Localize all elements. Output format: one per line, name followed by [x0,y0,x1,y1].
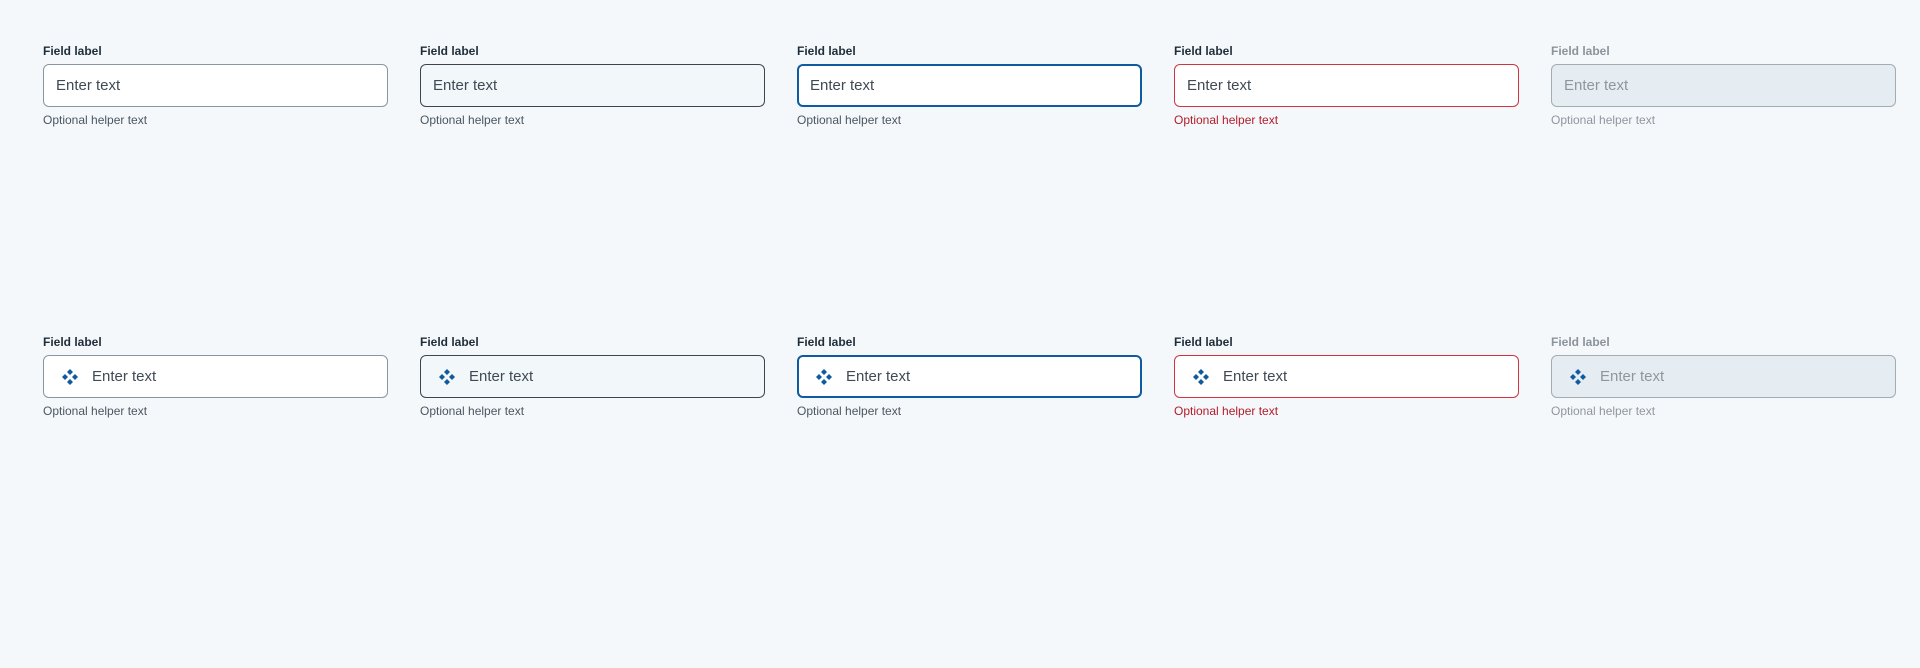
helper-text: Optional helper text [797,404,902,418]
text-field-disabled: Field label Enter text Optional helper t… [1551,44,1896,128]
input-placeholder: Enter text [433,77,498,94]
text-field-icon-focus: Field label Enter text Optional helper t… [797,335,1142,419]
input-placeholder: Enter text [1564,77,1629,94]
text-field-error: Field label Enter text Optional helper t… [1174,44,1519,128]
input-placeholder: Enter text [1187,77,1252,94]
input-placeholder: Enter text [92,368,157,385]
helper-text: Optional helper text [797,113,902,127]
text-input-disabled: Enter text [1551,355,1896,398]
input-placeholder: Enter text [810,77,875,94]
text-field-icon-default: Field label Enter text Optional helper t… [43,335,388,419]
text-field-hover: Field label Enter text Optional helper t… [420,44,765,128]
text-field-states-canvas: Field label Enter text Optional helper t… [0,0,1920,668]
field-label: Field label [1551,44,1610,58]
diamond-cluster-icon [1192,368,1210,386]
error-helper-text: Optional helper text [1174,113,1279,127]
diamond-cluster-icon [1569,368,1587,386]
text-field-focus: Field label Enter text Optional helper t… [797,44,1142,128]
text-input[interactable]: Enter text [797,64,1142,107]
helper-text: Optional helper text [1551,113,1656,127]
field-label: Field label [420,44,479,58]
diamond-cluster-icon [815,368,833,386]
text-input-disabled: Enter text [1551,64,1896,107]
text-field-row-with-icon: Field label Enter text Optional helper t… [43,335,1896,419]
diamond-cluster-icon [61,368,79,386]
field-label: Field label [797,335,856,349]
text-input[interactable]: Enter text [43,64,388,107]
field-label: Field label [420,335,479,349]
field-label: Field label [43,44,102,58]
helper-text: Optional helper text [420,113,525,127]
text-input[interactable]: Enter text [1174,64,1519,107]
helper-text: Optional helper text [43,113,148,127]
input-placeholder: Enter text [846,368,911,385]
text-input[interactable]: Enter text [1174,355,1519,398]
error-helper-text: Optional helper text [1174,404,1279,418]
field-label: Field label [43,335,102,349]
text-field-default: Field label Enter text Optional helper t… [43,44,388,128]
field-label: Field label [1174,44,1233,58]
input-placeholder: Enter text [56,77,121,94]
text-field-icon-hover: Field label Enter text Optional helper t… [420,335,765,419]
text-input[interactable]: Enter text [43,355,388,398]
text-input[interactable]: Enter text [420,355,765,398]
text-field-icon-disabled: Field label Enter text Optional helper t… [1551,335,1896,419]
helper-text: Optional helper text [1551,404,1656,418]
input-placeholder: Enter text [1223,368,1288,385]
field-label: Field label [1174,335,1233,349]
input-placeholder: Enter text [469,368,534,385]
text-field-icon-error: Field label Enter text Optional helper t… [1174,335,1519,419]
field-label: Field label [1551,335,1610,349]
input-placeholder: Enter text [1600,368,1665,385]
diamond-cluster-icon [438,368,456,386]
text-input[interactable]: Enter text [420,64,765,107]
field-label: Field label [797,44,856,58]
text-field-row-plain: Field label Enter text Optional helper t… [43,44,1896,128]
text-input[interactable]: Enter text [797,355,1142,398]
helper-text: Optional helper text [43,404,148,418]
helper-text: Optional helper text [420,404,525,418]
